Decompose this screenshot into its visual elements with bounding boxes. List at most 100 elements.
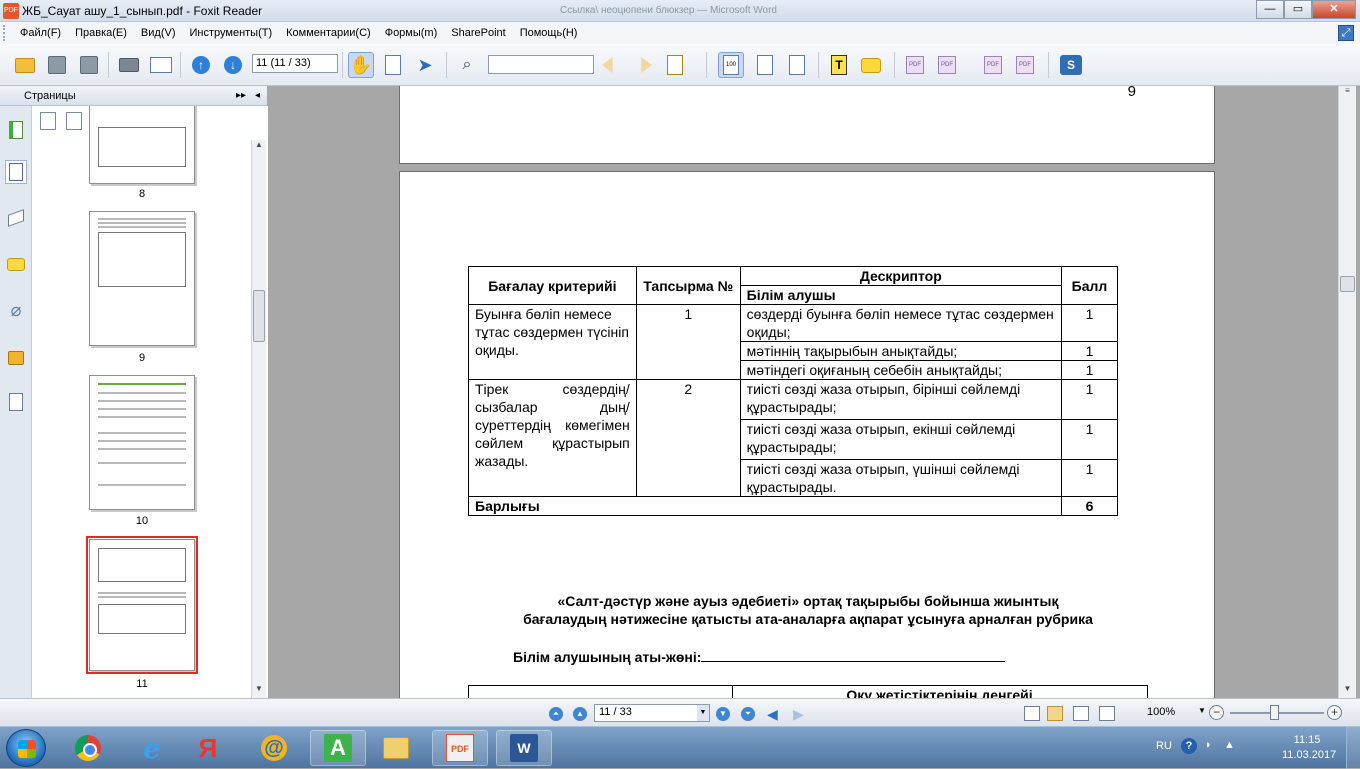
menu-sharepoint[interactable]: SharePoint: [444, 22, 512, 44]
save-button[interactable]: [44, 52, 70, 78]
fit-width-button[interactable]: [784, 52, 810, 78]
taskbar-chrome[interactable]: [60, 730, 116, 766]
prev-page-icon[interactable]: ▲: [573, 707, 587, 721]
security-lock-icon[interactable]: [5, 344, 27, 368]
previous-page-button[interactable]: ↑: [188, 52, 214, 78]
menu-tools[interactable]: Инструменты(T): [183, 22, 280, 44]
close-button[interactable]: ✕: [1312, 0, 1356, 19]
show-desktop-button[interactable]: [1346, 727, 1360, 769]
taskbar-internet-explorer[interactable]: e: [124, 730, 180, 766]
share-button[interactable]: S: [1058, 52, 1084, 78]
taskbar-foxit-reader[interactable]: PDF: [432, 730, 488, 766]
taskbar-yandex[interactable]: Я: [180, 730, 236, 766]
zoom-slider-thumb[interactable]: [1270, 705, 1279, 720]
search-options-button[interactable]: [662, 52, 688, 78]
continuous-facing-view-icon[interactable]: [1099, 706, 1115, 721]
menu-edit[interactable]: Правка(E): [68, 22, 134, 44]
actual-size-button[interactable]: 100: [718, 52, 744, 78]
zoom-dropdown-icon[interactable]: ▼: [1198, 706, 1206, 715]
attachments-icon[interactable]: ⌀: [5, 298, 27, 322]
taskbar-mail-agent[interactable]: @: [246, 730, 302, 766]
scroll-down-icon[interactable]: ▼: [1339, 684, 1356, 698]
page-thumbnail-11[interactable]: [86, 536, 198, 674]
taskbar-explorer[interactable]: [368, 730, 424, 766]
zoom-in-icon[interactable]: +: [1327, 705, 1342, 720]
chevron-down-icon[interactable]: ▼: [697, 705, 709, 721]
collapse-panel-icon[interactable]: ◂: [255, 86, 260, 106]
show-hidden-icons-icon[interactable]: ▲: [1224, 739, 1236, 753]
expand-panel-icon[interactable]: ▸▸: [236, 86, 246, 106]
thumbnail-scrollbar[interactable]: ▲ ▼: [251, 140, 266, 698]
first-page-icon[interactable]: ⏶: [549, 707, 563, 721]
properties-button[interactable]: [148, 52, 174, 78]
pages-icon[interactable]: [5, 160, 27, 184]
page-thumbnail-10[interactable]: [89, 375, 195, 510]
search-input[interactable]: [488, 55, 594, 74]
menu-help[interactable]: Помощь(H): [513, 22, 585, 44]
next-page-icon[interactable]: ▼: [716, 707, 730, 721]
export-pdf-button[interactable]: PDF: [980, 52, 1006, 78]
facing-view-icon[interactable]: [1073, 706, 1089, 721]
taskbar-app-a[interactable]: A: [310, 730, 366, 766]
last-page-icon[interactable]: ⏷: [741, 707, 755, 721]
minimize-button[interactable]: —: [1256, 0, 1284, 19]
print-button[interactable]: [116, 52, 142, 78]
menu-file[interactable]: Файл(F): [13, 22, 68, 44]
create-pdf-dropdown[interactable]: PDF: [934, 52, 960, 78]
page-number-input[interactable]: 11 (11 / 33): [252, 54, 338, 73]
foxit-app-icon[interactable]: PDF: [3, 3, 19, 19]
document-view[interactable]: 9 Бағалау критерийі Тапсырма № Дескрипто…: [269, 86, 1337, 698]
toolbar-separator: [818, 52, 819, 78]
maximize-button[interactable]: ▭: [1284, 0, 1312, 19]
split-handle-icon[interactable]: ≡: [1339, 86, 1356, 100]
zoom-out-icon[interactable]: −: [1209, 705, 1224, 720]
find-previous-button[interactable]: [598, 52, 624, 78]
signatures-icon[interactable]: [5, 390, 27, 414]
thumbnail-scroll-thumb[interactable]: [253, 290, 265, 342]
page-thumbnail-8[interactable]: [89, 106, 195, 184]
header-descriptor: Дескриптор: [739, 266, 1062, 286]
document-scroll-thumb[interactable]: [1340, 276, 1355, 292]
descriptor-cell: тиісті сөзді жаза отырып, екінші сөйлемд…: [739, 419, 1062, 460]
menu-view[interactable]: Вид(V): [134, 22, 183, 44]
menu-forms[interactable]: Формы(m): [378, 22, 445, 44]
document-scrollbar[interactable]: ≡ ▼: [1338, 86, 1356, 698]
page-thumbnail-9[interactable]: [89, 211, 195, 346]
select-tool-button[interactable]: ➤: [412, 52, 438, 78]
next-page-button[interactable]: ↓: [220, 52, 246, 78]
create-pdf-button[interactable]: PDF: [902, 52, 928, 78]
note-button[interactable]: [858, 52, 884, 78]
comments-icon[interactable]: [5, 252, 27, 276]
help-icon[interactable]: ?: [1181, 738, 1197, 754]
zoom-level[interactable]: 100%: [1147, 706, 1175, 718]
open-button[interactable]: [12, 52, 38, 78]
hand-tool-button[interactable]: ✋: [348, 52, 374, 78]
cursor-icon: ➤: [417, 54, 433, 75]
zoom-out-thumbnail-icon[interactable]: [66, 112, 82, 130]
language-indicator[interactable]: RU: [1156, 740, 1172, 752]
scroll-down-icon[interactable]: ▼: [252, 684, 266, 698]
start-button[interactable]: [6, 729, 46, 767]
yandex-icon: Я: [198, 732, 218, 763]
scroll-up-icon[interactable]: ▲: [252, 140, 266, 154]
menu-comments[interactable]: Комментарии(C): [279, 22, 378, 44]
select-text-button[interactable]: [380, 52, 406, 78]
layers-icon[interactable]: [5, 206, 27, 230]
forward-icon[interactable]: ▶: [793, 706, 804, 723]
zoom-in-thumbnail-icon[interactable]: [40, 112, 56, 130]
typewriter-button[interactable]: T: [826, 52, 852, 78]
restore-layout-icon[interactable]: ⤢: [1338, 25, 1354, 41]
volume-icon[interactable]: ◗: [1205, 739, 1217, 753]
find-button[interactable]: ⌕: [454, 52, 480, 78]
back-icon[interactable]: ◀: [767, 706, 778, 723]
continuous-view-icon[interactable]: [1047, 706, 1063, 721]
fit-page-button[interactable]: [752, 52, 778, 78]
page-select[interactable]: 11 / 33 ▼: [594, 704, 710, 722]
single-page-view-icon[interactable]: [1024, 706, 1040, 721]
bookmarks-icon[interactable]: [5, 118, 27, 142]
system-clock[interactable]: 11:15 11.03.2017: [1282, 733, 1336, 763]
combine-pdf-button[interactable]: PDF: [1012, 52, 1038, 78]
taskbar-word[interactable]: W: [496, 730, 552, 766]
find-next-button[interactable]: [630, 52, 656, 78]
save-all-button[interactable]: [76, 52, 102, 78]
